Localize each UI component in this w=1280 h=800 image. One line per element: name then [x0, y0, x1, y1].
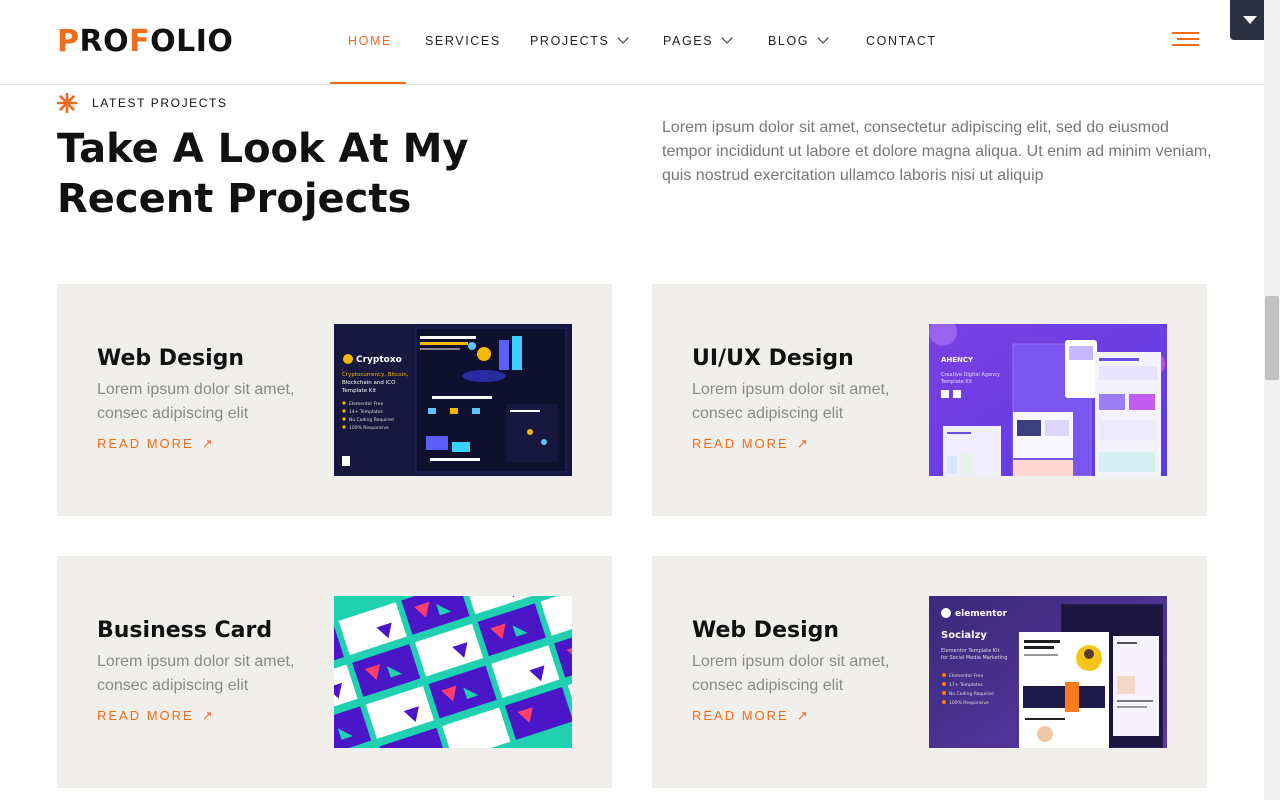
- thumb-brand: AHENCY: [941, 356, 974, 364]
- scrollbar-thumb[interactable]: [1265, 296, 1279, 380]
- project-card: Business Card Lorem ipsum dolor sit amet…: [57, 556, 612, 788]
- thumb-bullet: 14+ Templates: [349, 409, 383, 415]
- read-more-label: READ MORE: [692, 436, 789, 451]
- chevron-down-icon: [721, 32, 733, 44]
- read-more-link[interactable]: READ MORE ↗: [97, 708, 215, 724]
- nav-active-indicator: [330, 82, 406, 84]
- section-title-line1: Take A Look At My: [57, 126, 469, 172]
- project-description: Lorem ipsum dolor sit amet, consec adipi…: [97, 653, 295, 694]
- arrow-up-right-icon: ↗: [796, 436, 810, 451]
- project-card: Web Design Lorem ipsum dolor sit amet, c…: [652, 556, 1207, 788]
- project-title: Web Design: [97, 346, 245, 371]
- arrow-up-right-icon: ↗: [201, 436, 215, 451]
- site-logo[interactable]: PROFOLIO: [57, 26, 233, 58]
- thumb-bullet: 100% Responsive: [949, 700, 989, 706]
- site-header: PROFOLIO HOME SERVICES PROJECTS PAGES BL…: [0, 0, 1264, 85]
- thumb-bullet: 17+ Templates: [949, 682, 983, 688]
- thumb-text: Template Kit: [341, 388, 377, 394]
- arrow-up-right-icon: ↗: [201, 708, 215, 723]
- thumb-product: Socialzy: [941, 630, 987, 641]
- project-thumbnail[interactable]: Cryptoxo Cryptocurrency, Bitcoin, Blockc…: [334, 324, 572, 476]
- nav-contact[interactable]: CONTACT: [866, 34, 937, 48]
- logo-part: RO: [79, 24, 130, 59]
- logo-part: F: [129, 24, 151, 59]
- chevron-down-icon: [817, 32, 829, 44]
- thumb-bullet: No Coding Required: [349, 417, 394, 423]
- read-more-label: READ MORE: [97, 708, 194, 723]
- chevron-down-icon: [617, 32, 630, 44]
- project-thumbnail[interactable]: elementor Socialzy Elementor Template Ki…: [929, 596, 1167, 748]
- nav-blog[interactable]: BLOG: [768, 32, 829, 48]
- section-description: Lorem ipsum dolor sit amet, consectetur …: [662, 119, 1212, 184]
- asterisk-icon: [57, 93, 77, 113]
- project-title: Web Design: [692, 618, 840, 643]
- thumb-bullet: 100% Responsive: [349, 425, 389, 431]
- nav-pages[interactable]: PAGES: [663, 32, 733, 48]
- project-thumbnail[interactable]: AHENCY Creative Digital Agency Template …: [929, 324, 1167, 476]
- thumb-text: Blockchain and ICO: [342, 380, 396, 386]
- read-more-label: READ MORE: [97, 436, 194, 451]
- read-more-link[interactable]: READ MORE ↗: [692, 436, 810, 452]
- nav-home[interactable]: HOME: [348, 34, 392, 48]
- page-scrollbar[interactable]: [1264, 0, 1280, 800]
- section-eyebrow: LATEST PROJECTS: [92, 96, 228, 110]
- hamburger-menu-icon[interactable]: [1172, 32, 1199, 48]
- thumb-brand: Cryptoxo: [356, 355, 402, 365]
- project-description: Lorem ipsum dolor sit amet, consec adipi…: [97, 381, 295, 422]
- project-card: UI/UX Design Lorem ipsum dolor sit amet,…: [652, 284, 1207, 516]
- thumb-bullet: Elementor Free: [949, 673, 983, 679]
- project-thumbnail[interactable]: [334, 596, 572, 748]
- thumb-text: Creative Digital Agency: [941, 372, 1000, 378]
- read-more-label: READ MORE: [692, 708, 789, 723]
- thumb-brand: elementor: [955, 609, 1008, 619]
- project-description: Lorem ipsum dolor sit amet, consec adipi…: [692, 653, 890, 694]
- section-title: Take A Look At My Recent Projects: [57, 124, 577, 224]
- logo-part: OLIO: [150, 24, 234, 59]
- section-title-line2: Recent Projects: [57, 176, 412, 222]
- thumb-bullet: No Coding Required: [949, 691, 994, 697]
- project-title: Business Card: [97, 618, 273, 643]
- nav-projects[interactable]: PROJECTS: [530, 32, 630, 48]
- logo-part: P: [57, 24, 80, 59]
- read-more-link[interactable]: READ MORE ↗: [97, 436, 215, 452]
- arrow-up-right-icon: ↗: [796, 708, 810, 723]
- thumb-text: for Social Media Marketing: [941, 655, 1007, 661]
- thumb-text: Cryptocurrency, Bitcoin,: [342, 372, 409, 378]
- nav-services[interactable]: SERVICES: [425, 34, 501, 48]
- nav-projects-label: PROJECTS: [530, 34, 610, 48]
- thumb-text: Template Kit: [940, 379, 972, 385]
- project-card: Web Design Lorem ipsum dolor sit amet, c…: [57, 284, 612, 516]
- read-more-link[interactable]: READ MORE ↗: [692, 708, 810, 724]
- thumb-bullet: Elementor Free: [349, 401, 383, 407]
- nav-blog-label: BLOG: [768, 34, 810, 48]
- thumb-text: Elementor Template Kit: [941, 648, 999, 654]
- project-description: Lorem ipsum dolor sit amet, consec adipi…: [692, 381, 890, 422]
- project-title: UI/UX Design: [692, 346, 854, 371]
- nav-pages-label: PAGES: [663, 34, 714, 48]
